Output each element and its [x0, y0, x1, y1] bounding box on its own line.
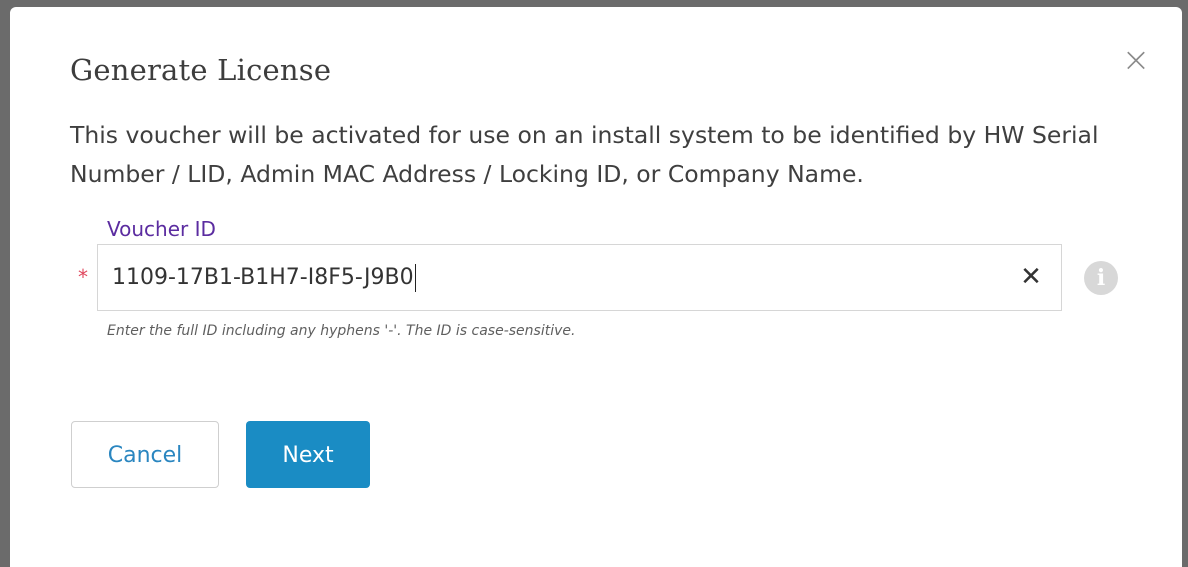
info-icon[interactable]: i	[1084, 261, 1118, 295]
text-caret	[414, 264, 417, 292]
dialog-title: Generate License	[70, 53, 332, 87]
dialog-description: This voucher will be activated for use o…	[70, 121, 1099, 188]
generate-license-dialog: × Generate License This voucher will be …	[10, 7, 1182, 567]
voucher-id-hint: Enter the full ID including any hyphens …	[107, 323, 576, 339]
clear-input-icon[interactable]: ✕	[1017, 263, 1045, 291]
next-button[interactable]: Next	[246, 421, 370, 488]
voucher-id-value: 1109-17B1-B1H7-I8F5-J9B0	[112, 265, 414, 290]
voucher-id-field[interactable]: 1109-17B1-B1H7-I8F5-J9B0 ✕	[97, 244, 1062, 311]
voucher-id-label: Voucher ID	[107, 217, 216, 241]
required-marker: *	[78, 265, 88, 289]
close-icon[interactable]: ×	[1121, 43, 1151, 77]
voucher-id-input[interactable]: 1109-17B1-B1H7-I8F5-J9B0	[112, 245, 992, 310]
cancel-button[interactable]: Cancel	[71, 421, 219, 488]
